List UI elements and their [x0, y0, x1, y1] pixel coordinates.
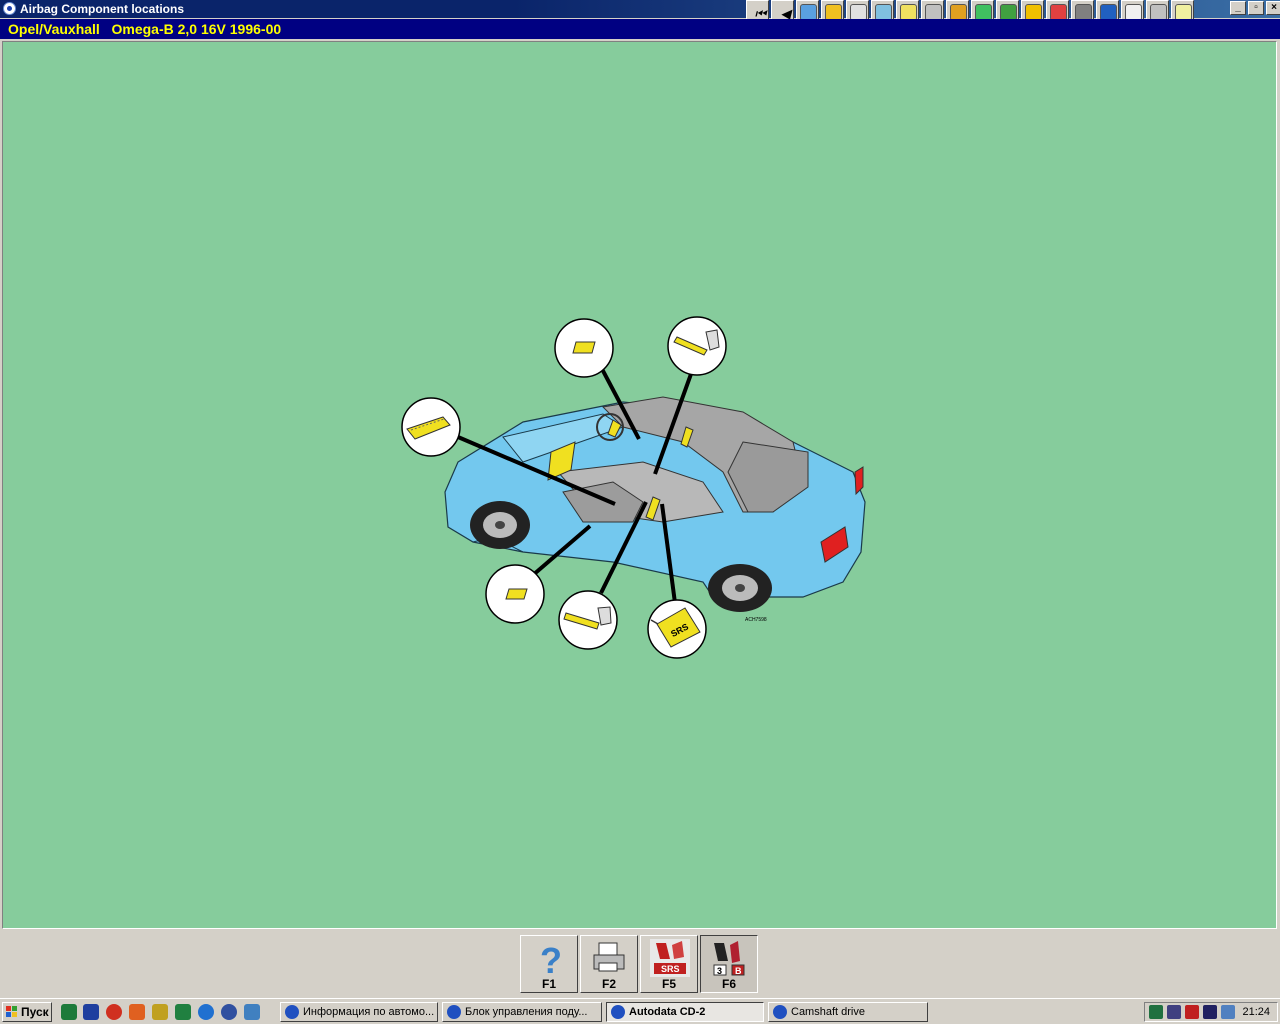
- ie-task-icon: [447, 1005, 461, 1019]
- f2-label: F2: [601, 977, 616, 991]
- taskbar: Пуск Информация по автомо... Блок управл…: [0, 998, 1280, 1024]
- front-wheel: [470, 501, 530, 549]
- callout-srs-control-unit: SRS: [647, 599, 707, 659]
- window-controls: _ ▫ ×: [1228, 1, 1280, 15]
- f6-label: F6: [721, 977, 736, 991]
- callout-side-airbag-module: [401, 397, 461, 457]
- srs-button[interactable]: SRS F5: [640, 935, 698, 993]
- function-key-bar: ? F1 F2 SRS F5 3 B F6: [520, 935, 760, 993]
- window-title: Airbag Component locations: [20, 2, 185, 16]
- task-browser-control-unit[interactable]: Блок управления поду...: [442, 1002, 602, 1022]
- start-label: Пуск: [21, 1005, 49, 1019]
- callout-seatbelt-pretensioner-right: [667, 316, 727, 376]
- display-tray-icon[interactable]: [1167, 1005, 1181, 1019]
- first-page-icon: ⏮: [754, 6, 767, 21]
- internet-explorer-icon[interactable]: [198, 1004, 214, 1020]
- drawing-code: ACH7598: [745, 617, 767, 623]
- diagram-area: ACH7598 SRS: [2, 41, 1277, 929]
- restore-button[interactable]: ▫: [1248, 1, 1264, 15]
- excel-icon[interactable]: [61, 1004, 77, 1020]
- minimize-button[interactable]: _: [1230, 1, 1246, 15]
- f5-label: F5: [661, 977, 676, 991]
- windows-logo-icon: [6, 1006, 17, 1017]
- seatbelt-button[interactable]: 3 B F6: [700, 935, 758, 993]
- f1-label: F1: [541, 977, 556, 991]
- tools-quicklaunch-icon[interactable]: [152, 1004, 168, 1020]
- task-label: Camshaft drive: [791, 1006, 865, 1018]
- task-browser-info[interactable]: Информация по автомо...: [280, 1002, 438, 1022]
- start-button[interactable]: Пуск: [2, 1002, 52, 1022]
- help-icon: ?: [540, 940, 562, 977]
- word-icon[interactable]: [83, 1004, 99, 1020]
- srs-badge: SRS: [661, 964, 680, 974]
- vehicle-header: Opel/Vauxhall Omega-B 2,0 16V 1996-00: [0, 19, 1280, 41]
- autodata-task-icon: [773, 1005, 787, 1019]
- clock: 21:24: [1242, 1006, 1270, 1018]
- seat-badge-right: B: [735, 966, 742, 976]
- show-desktop-icon[interactable]: [244, 1004, 260, 1020]
- print-icon: [593, 942, 625, 972]
- airbag-locations-diagram: ACH7598 SRS: [401, 316, 866, 659]
- help-button[interactable]: ? F1: [520, 935, 578, 993]
- app-tray-icon[interactable]: [1203, 1005, 1217, 1019]
- app-quicklaunch-icon[interactable]: [175, 1004, 191, 1020]
- print-button[interactable]: F2: [580, 935, 638, 993]
- ie-task-icon: [285, 1005, 299, 1019]
- opera-icon[interactable]: [106, 1004, 122, 1020]
- app-icon: [3, 2, 16, 15]
- svg-text:?: ?: [540, 940, 562, 977]
- previous-page-icon: ◀: [780, 6, 791, 21]
- task-autodata[interactable]: Autodata CD-2: [606, 1002, 764, 1022]
- network-tray-icon[interactable]: [1149, 1005, 1163, 1019]
- task-label: Информация по автомо...: [303, 1006, 435, 1018]
- autodata-task-icon: [611, 1005, 625, 1019]
- task-camshaft-drive[interactable]: Camshaft drive: [768, 1002, 928, 1022]
- close-button[interactable]: ×: [1266, 1, 1280, 15]
- callout-sensor-top: [554, 318, 614, 378]
- media-icon[interactable]: [129, 1004, 145, 1020]
- task-label: Autodata CD-2: [629, 1006, 706, 1018]
- seat-icon: 3 B: [713, 941, 745, 976]
- seat-badge-left: 3: [717, 966, 722, 976]
- antivirus-tray-icon[interactable]: [1185, 1005, 1199, 1019]
- rear-wheel: [708, 564, 772, 612]
- task-label: Блок управления поду...: [465, 1006, 588, 1018]
- callout-seatbelt-pretensioner-left: [558, 590, 618, 650]
- vehicle-title: Opel/Vauxhall Omega-B 2,0 16V 1996-00: [8, 21, 282, 37]
- callout-sensor-bottom: [485, 564, 545, 624]
- srs-icon: SRS: [650, 939, 690, 977]
- media-player-icon[interactable]: [221, 1004, 237, 1020]
- volume-tray-icon[interactable]: [1221, 1005, 1235, 1019]
- system-tray: 21:24: [1144, 1002, 1278, 1022]
